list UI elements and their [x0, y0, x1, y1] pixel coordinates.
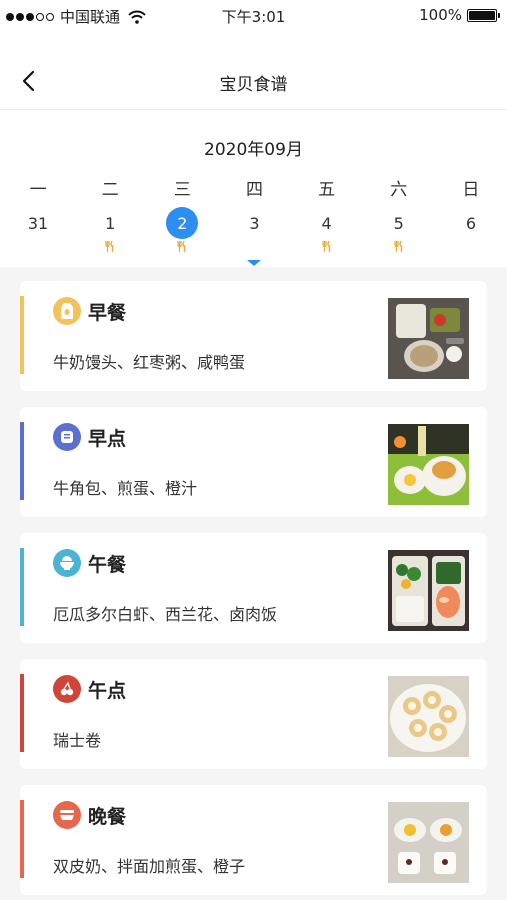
- date-cell[interactable]: 4: [291, 207, 363, 255]
- selected-day-indicator: [247, 260, 261, 266]
- meal-items: 牛奶馒头、红枣粥、咸鸭蛋: [53, 353, 246, 372]
- month-title: 2020年09月: [204, 140, 303, 160]
- egg-box-icon: [53, 297, 81, 325]
- meal-color-bar: [20, 674, 24, 752]
- battery-percent: 100%: [419, 6, 462, 24]
- meal-list: 早餐 牛奶馒头、红枣粥、咸鸭蛋 早点 牛角包、煎蛋、橙汁 午餐 厄瓜多尔白虾、西…: [0, 267, 507, 900]
- meal-name: 午餐: [88, 554, 127, 576]
- date-number: 3: [249, 213, 260, 233]
- week-calendar: 2020年09月 一 二 三 四 五 六 日 31 1 2 3 4 5 6: [0, 111, 507, 267]
- meal-items: 厄瓜多尔白虾、西兰花、卤肉饭: [53, 605, 278, 624]
- date-number: 31: [27, 213, 49, 233]
- date-number: 4: [321, 213, 332, 233]
- meal-color-bar: [20, 800, 24, 878]
- date-cell[interactable]: 2: [146, 207, 218, 255]
- meal-name: 早点: [88, 428, 127, 450]
- afternoon-snack-photo: [388, 676, 469, 757]
- date-cell[interactable]: 5: [363, 207, 435, 255]
- date-number: 1: [105, 213, 116, 233]
- date-row: 31 1 2 3 4 5 6: [2, 207, 507, 255]
- date-cell[interactable]: 6: [435, 207, 507, 255]
- weekday-header: 一 二 三 四 五 六 日: [2, 175, 507, 200]
- page-title: 宝贝食谱: [219, 75, 288, 95]
- weekday-label: 六: [390, 180, 408, 200]
- meal-card-breakfast[interactable]: 早餐 牛奶馒头、红枣粥、咸鸭蛋: [20, 281, 487, 391]
- meal-name: 早餐: [88, 302, 127, 324]
- weekday-label: 一: [29, 180, 47, 200]
- fork-knife-icon: [394, 240, 404, 252]
- cherry-icon: [53, 675, 81, 703]
- date-cell[interactable]: 3: [218, 207, 290, 255]
- fork-knife-icon: [322, 240, 332, 252]
- dish-icon: [53, 801, 81, 829]
- lunch-photo: [388, 550, 469, 631]
- meal-name: 午点: [88, 680, 127, 702]
- bread-icon: [53, 423, 81, 451]
- weekday-label: 三: [173, 180, 191, 200]
- meal-color-bar: [20, 548, 24, 626]
- date-number: 5: [393, 213, 404, 233]
- status-bar: 中国联通 下午3:01 100%: [0, 0, 507, 32]
- date-cell[interactable]: 31: [2, 207, 74, 255]
- battery-icon: [467, 8, 500, 22]
- meal-items: 双皮奶、拌面加煎蛋、橙子: [53, 857, 246, 876]
- meal-card-afternoon-snack[interactable]: 午点 瑞士卷: [20, 659, 487, 769]
- date-number: 2: [166, 207, 199, 239]
- date-number: 6: [465, 213, 476, 233]
- nav-bar: 宝贝食谱: [0, 50, 507, 110]
- date-cell[interactable]: 1: [74, 207, 146, 255]
- fork-knife-icon: [105, 240, 115, 252]
- meal-card-lunch[interactable]: 午餐 厄瓜多尔白虾、西兰花、卤肉饭: [20, 533, 487, 643]
- meal-card-dinner[interactable]: 晚餐 双皮奶、拌面加煎蛋、橙子: [20, 785, 487, 895]
- morning-snack-photo: [388, 424, 469, 505]
- meal-name: 晚餐: [88, 806, 127, 828]
- weekday-label: 五: [318, 180, 336, 200]
- meal-color-bar: [20, 296, 24, 374]
- meal-items: 牛角包、煎蛋、橙汁: [53, 479, 198, 498]
- weekday-label: 日: [462, 180, 480, 200]
- meal-items: 瑞士卷: [53, 731, 102, 750]
- bowl-icon: [53, 549, 81, 577]
- dinner-photo: [388, 802, 469, 883]
- meal-card-morning-snack[interactable]: 早点 牛角包、煎蛋、橙汁: [20, 407, 487, 517]
- weekday-label: 二: [101, 180, 119, 200]
- meal-color-bar: [20, 422, 24, 500]
- weekday-label: 四: [245, 180, 263, 200]
- breakfast-photo: [388, 298, 469, 379]
- status-right: 100%: [419, 6, 500, 24]
- fork-knife-icon: [177, 240, 187, 252]
